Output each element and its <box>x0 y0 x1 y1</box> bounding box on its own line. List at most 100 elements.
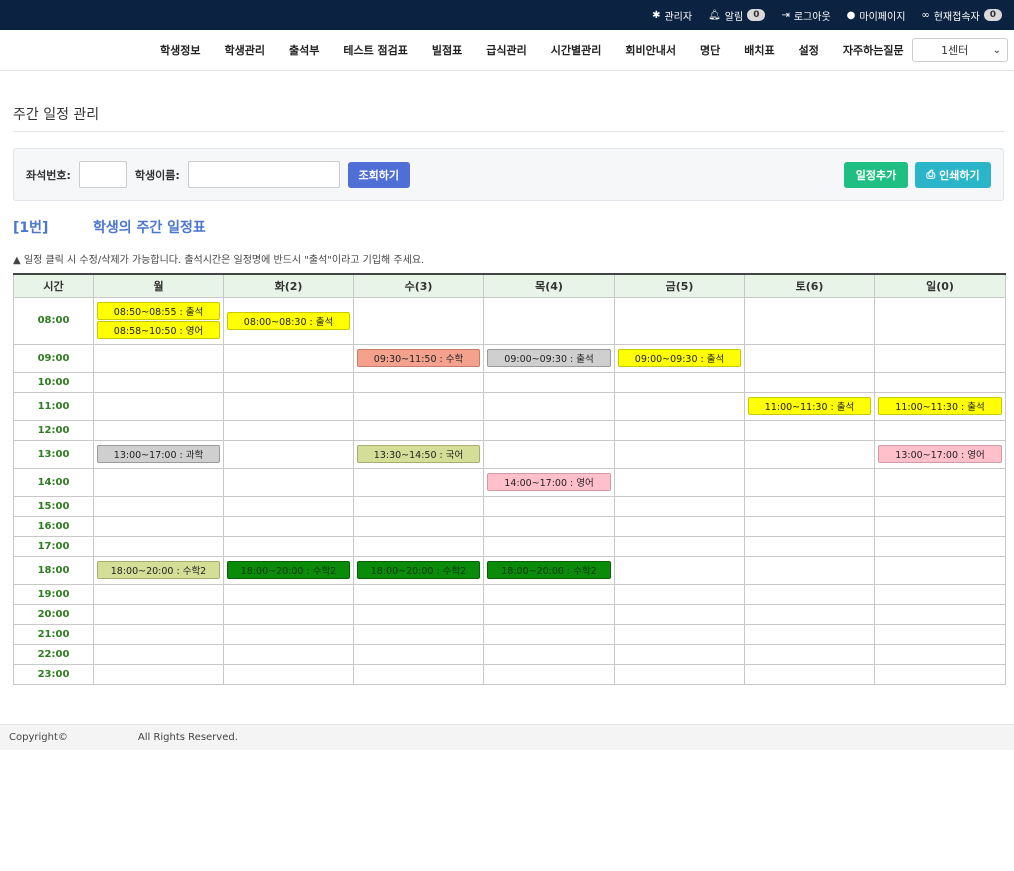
schedule-cell[interactable] <box>874 535 1006 557</box>
nav-item[interactable]: 학생관리 <box>212 42 276 58</box>
schedule-cell[interactable] <box>483 583 615 605</box>
alarm-link[interactable]: 🔔︎ 알림 0 <box>708 8 766 23</box>
schedule-cell[interactable] <box>874 296 1006 345</box>
schedule-cell[interactable] <box>874 643 1006 665</box>
schedule-cell[interactable] <box>744 583 875 605</box>
schedule-cell[interactable] <box>93 391 224 421</box>
schedule-cell[interactable] <box>874 603 1006 625</box>
schedule-cell[interactable] <box>614 495 745 517</box>
schedule-cell[interactable] <box>483 495 615 517</box>
nav-item[interactable]: 자주하는질문 <box>831 42 916 58</box>
schedule-cell[interactable] <box>93 371 224 393</box>
schedule-cell[interactable] <box>874 371 1006 393</box>
schedule-cell[interactable] <box>744 663 875 685</box>
nav-item[interactable]: 설정 <box>787 42 831 58</box>
schedule-cell[interactable]: 08:50~08:55 : 출석 08:58~10:50 : 영어 <box>93 296 224 345</box>
schedule-event[interactable]: 14:00~17:00 : 영어 <box>487 473 611 491</box>
schedule-event[interactable]: 09:00~09:30 : 출석 <box>487 349 611 367</box>
logout-link[interactable]: ⇥ 로그아웃 <box>781 8 830 23</box>
schedule-cell[interactable] <box>353 583 484 605</box>
schedule-cell[interactable] <box>93 643 224 665</box>
schedule-cell[interactable] <box>93 467 224 497</box>
schedule-cell[interactable] <box>353 495 484 517</box>
schedule-cell[interactable] <box>874 419 1006 441</box>
nav-item[interactable]: 테스트 점검표 <box>331 42 420 58</box>
schedule-cell[interactable]: 18:00~20:00 : 수학2 <box>223 555 354 585</box>
schedule-cell[interactable] <box>614 515 745 537</box>
schedule-cell[interactable]: 18:00~20:00 : 수학2 <box>93 555 224 585</box>
schedule-cell[interactable] <box>353 535 484 557</box>
schedule-cell[interactable] <box>483 643 615 665</box>
schedule-cell[interactable]: 13:30~14:50 : 국어 <box>353 439 484 469</box>
schedule-cell[interactable] <box>93 663 224 685</box>
center-select[interactable]: 1센터 ⌄ <box>912 38 1008 62</box>
schedule-cell[interactable] <box>483 535 615 557</box>
schedule-event[interactable]: 13:00~17:00 : 과학 <box>97 445 220 463</box>
schedule-cell[interactable]: 14:00~17:00 : 영어 <box>483 467 615 497</box>
schedule-cell[interactable] <box>223 583 354 605</box>
schedule-cell[interactable]: 09:00~09:30 : 출석 <box>483 343 615 373</box>
schedule-cell[interactable] <box>223 419 354 441</box>
schedule-cell[interactable] <box>744 603 875 625</box>
schedule-cell[interactable] <box>744 419 875 441</box>
schedule-event[interactable]: 09:30~11:50 : 수학 <box>357 349 480 367</box>
schedule-cell[interactable] <box>744 515 875 537</box>
schedule-event[interactable]: 18:00~20:00 : 수학2 <box>227 561 350 579</box>
schedule-cell[interactable] <box>874 555 1006 585</box>
schedule-cell[interactable]: 18:00~20:00 : 수학2 <box>353 555 484 585</box>
schedule-cell[interactable]: 09:30~11:50 : 수학 <box>353 343 484 373</box>
schedule-event[interactable]: 11:00~11:30 : 출석 <box>878 397 1002 415</box>
schedule-cell[interactable] <box>353 515 484 537</box>
schedule-cell[interactable] <box>483 439 615 469</box>
schedule-cell[interactable] <box>353 419 484 441</box>
schedule-cell[interactable] <box>744 555 875 585</box>
schedule-cell[interactable] <box>353 603 484 625</box>
schedule-cell[interactable] <box>483 663 615 685</box>
schedule-cell[interactable] <box>353 643 484 665</box>
schedule-cell[interactable]: 11:00~11:30 : 출석 <box>874 391 1006 421</box>
schedule-cell[interactable] <box>93 583 224 605</box>
schedule-cell[interactable] <box>874 515 1006 537</box>
schedule-cell[interactable] <box>93 343 224 373</box>
schedule-cell[interactable] <box>223 603 354 625</box>
schedule-event[interactable]: 18:00~20:00 : 수학2 <box>97 561 220 579</box>
schedule-cell[interactable] <box>93 535 224 557</box>
schedule-cell[interactable] <box>614 663 745 685</box>
schedule-cell[interactable]: 09:00~09:30 : 출석 <box>614 343 745 373</box>
schedule-cell[interactable] <box>614 555 745 585</box>
schedule-cell[interactable] <box>874 623 1006 645</box>
schedule-cell[interactable] <box>874 663 1006 685</box>
schedule-cell[interactable] <box>614 391 745 421</box>
schedule-cell[interactable] <box>223 391 354 421</box>
nav-item[interactable]: 시간별관리 <box>539 42 614 58</box>
nav-item[interactable]: 빌점표 <box>420 42 474 58</box>
schedule-cell[interactable] <box>614 296 745 345</box>
schedule-cell[interactable] <box>223 535 354 557</box>
schedule-cell[interactable] <box>353 467 484 497</box>
print-button[interactable]: ⎙ 인쇄하기 <box>915 161 991 188</box>
schedule-cell[interactable] <box>614 467 745 497</box>
nav-item[interactable]: 출석부 <box>277 42 331 58</box>
schedule-event[interactable]: 13:30~14:50 : 국어 <box>357 445 480 463</box>
schedule-cell[interactable] <box>93 515 224 537</box>
schedule-cell[interactable] <box>223 663 354 685</box>
schedule-event[interactable]: 08:50~08:55 : 출석 <box>97 302 220 320</box>
schedule-cell[interactable] <box>614 439 745 469</box>
schedule-cell[interactable] <box>744 439 875 469</box>
schedule-cell[interactable] <box>223 495 354 517</box>
schedule-cell[interactable] <box>223 643 354 665</box>
schedule-cell[interactable]: 18:00~20:00 : 수학2 <box>483 555 615 585</box>
schedule-event[interactable]: 08:58~10:50 : 영어 <box>97 321 220 339</box>
schedule-cell[interactable]: 13:00~17:00 : 영어 <box>874 439 1006 469</box>
schedule-cell[interactable] <box>483 419 615 441</box>
schedule-cell[interactable] <box>483 603 615 625</box>
schedule-event[interactable]: 18:00~20:00 : 수학2 <box>487 561 611 579</box>
schedule-cell[interactable] <box>223 623 354 645</box>
schedule-cell[interactable] <box>614 643 745 665</box>
schedule-cell[interactable] <box>353 623 484 645</box>
schedule-cell[interactable] <box>93 495 224 517</box>
schedule-cell[interactable] <box>223 439 354 469</box>
schedule-cell[interactable] <box>353 296 484 345</box>
nav-item[interactable]: 학생정보 <box>160 42 212 58</box>
schedule-cell[interactable] <box>874 343 1006 373</box>
